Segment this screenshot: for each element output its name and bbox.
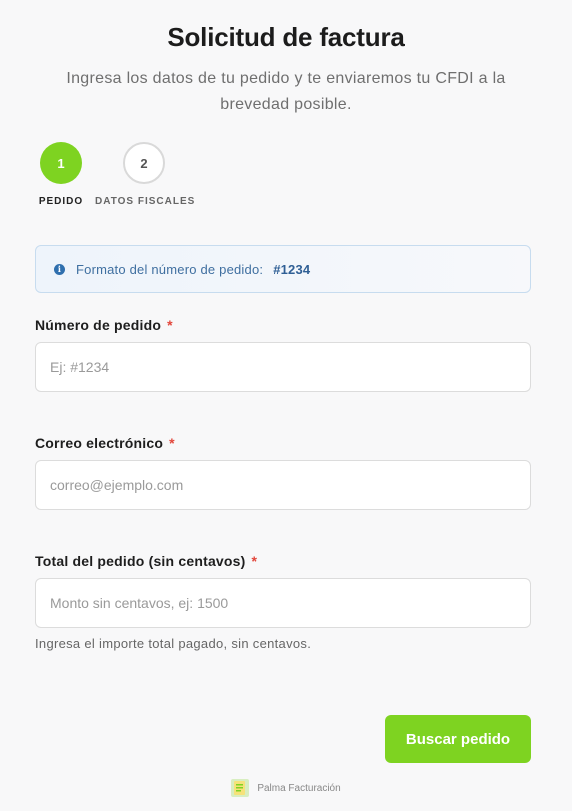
order-number-label-text: Número de pedido [35, 317, 162, 333]
order-format-info: i Formato del número de pedido: #1234 [35, 245, 531, 293]
email-label-text: Correo electrónico [35, 435, 164, 451]
total-help-text: Ingresa el importe total pagado, sin cen… [35, 636, 312, 651]
order-number-input[interactable] [35, 342, 531, 392]
step-datos-fiscales: 2 DATOS FISCALES [95, 142, 194, 207]
footer-brand: Palma Facturación [0, 779, 572, 797]
step-label: DATOS FISCALES [95, 196, 196, 207]
total-input[interactable] [35, 578, 531, 628]
step-number: 1 [40, 142, 82, 184]
required-mark: * [251, 553, 258, 569]
step-number: 2 [123, 142, 165, 184]
search-order-button[interactable]: Buscar pedido [385, 715, 531, 763]
page-title: Solicitud de factura [167, 22, 405, 52]
order-number-label: Número de pedido * [35, 317, 173, 333]
email-label: Correo electrónico * [35, 435, 175, 451]
email-input[interactable] [35, 460, 531, 510]
required-mark: * [167, 317, 173, 333]
step-pedido: 1 PEDIDO [39, 142, 82, 207]
palma-logo-icon [231, 779, 250, 797]
footer-brand-name: Palma Facturación [257, 782, 341, 794]
info-code: #1234 [273, 261, 311, 277]
info-text: Formato del número de pedido: [76, 261, 264, 277]
step-label: PEDIDO [38, 196, 84, 207]
total-label-text: Total del pedido (sin centavos) [35, 553, 246, 569]
info-icon: i [54, 263, 65, 275]
total-label: Total del pedido (sin centavos) * [35, 553, 257, 569]
required-mark: * [169, 435, 175, 451]
page-subtitle: Ingresa los datos de tu pedido y te envi… [66, 70, 506, 113]
